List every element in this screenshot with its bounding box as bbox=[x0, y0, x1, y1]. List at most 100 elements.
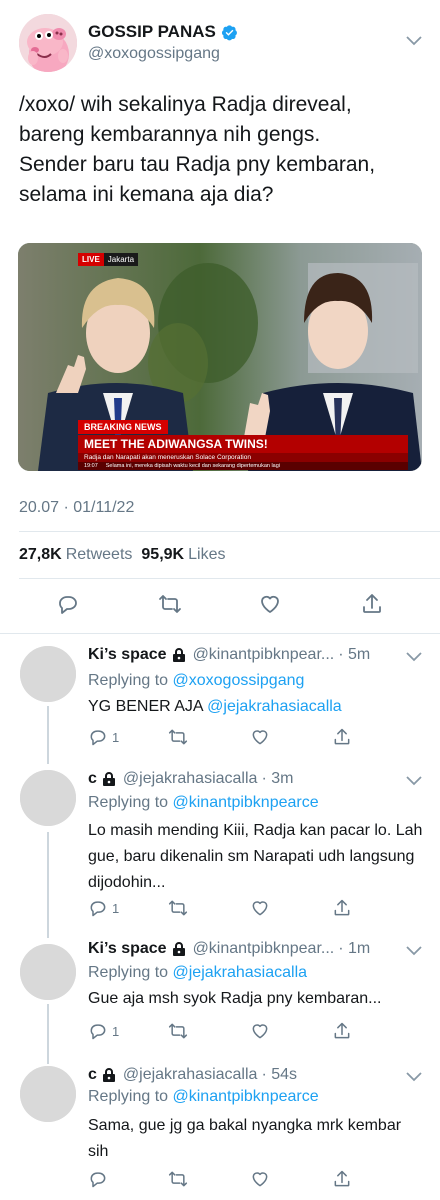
reply-author-name[interactable]: Ki’s space bbox=[88, 646, 167, 664]
retweet-icon bbox=[168, 1171, 188, 1187]
reply-time: · 1m bbox=[338, 940, 371, 957]
share-icon bbox=[334, 1022, 350, 1039]
author-avatar[interactable] bbox=[19, 14, 77, 72]
reply-author-handle[interactable]: @kinantpibknpear... bbox=[193, 940, 335, 958]
reply-text: Lo masih mending Kiii, Radja kan pacar l… bbox=[88, 822, 423, 891]
replying-to-handle[interactable]: @jejakrahasiacalla bbox=[173, 964, 308, 981]
like-button[interactable] bbox=[250, 1020, 270, 1042]
reply-actions bbox=[88, 1168, 358, 1190]
lock-icon bbox=[102, 1068, 115, 1082]
tweet-timestamp[interactable]: 20.07 · 01/11/22 bbox=[19, 499, 134, 517]
retweet-button[interactable] bbox=[168, 897, 188, 919]
like-button[interactable] bbox=[250, 726, 270, 748]
reply-actions: 1 bbox=[88, 897, 358, 919]
retweets-stat[interactable]: 27,8K Retweets bbox=[19, 546, 132, 564]
share-icon bbox=[334, 1170, 350, 1187]
default-avatar-icon bbox=[20, 770, 76, 826]
share-button[interactable] bbox=[332, 726, 352, 748]
share-icon[interactable] bbox=[360, 592, 384, 616]
reply-actions: 1 bbox=[88, 1020, 358, 1042]
replying-prefix: Replying to bbox=[88, 1088, 169, 1105]
lock-icon bbox=[172, 942, 185, 956]
reply-count: 1 bbox=[112, 1023, 120, 1039]
news-ticker: 19:07 Selama ini, mereka dipisah waktu k… bbox=[78, 462, 408, 470]
author-name: GOSSIP PANAS bbox=[88, 22, 216, 41]
heart-icon bbox=[252, 1024, 268, 1039]
chevron-down-icon[interactable] bbox=[406, 36, 422, 46]
heart-icon bbox=[252, 730, 268, 745]
default-avatar-icon bbox=[20, 646, 76, 702]
reply-text: YG BENER AJA bbox=[88, 698, 203, 715]
chevron-down-icon[interactable] bbox=[406, 946, 422, 956]
like-button[interactable] bbox=[250, 1168, 270, 1190]
ticker-text: Selama ini, mereka dipisah waktu kecil d… bbox=[105, 463, 281, 469]
avatar[interactable] bbox=[20, 1066, 76, 1122]
reply-button[interactable]: 1 bbox=[88, 726, 119, 748]
reply-author-name[interactable]: c bbox=[88, 1066, 97, 1084]
reply-time: · 5m bbox=[338, 646, 371, 663]
default-avatar-icon bbox=[20, 944, 76, 1000]
author-info[interactable]: GOSSIP PANAS @xoxogossipgang bbox=[88, 22, 238, 63]
heart-icon bbox=[252, 1172, 268, 1187]
chevron-down-icon[interactable] bbox=[406, 1072, 422, 1082]
reply-tweet[interactable]: c @jejakrahasiacalla · 3m Replying to @k… bbox=[0, 756, 440, 938]
reply-author-name[interactable]: c bbox=[88, 770, 97, 788]
likes-stat[interactable]: 95,9K Likes bbox=[141, 546, 225, 564]
reply-tweet[interactable]: Ki’s space @kinantpibknpear... · 5m Repl… bbox=[0, 634, 440, 764]
reply-icon[interactable] bbox=[56, 592, 80, 616]
reply-count: 1 bbox=[112, 729, 120, 745]
retweet-icon bbox=[168, 1023, 188, 1039]
tweet-actions bbox=[0, 592, 440, 620]
replying-to-handle[interactable]: @xoxogossipgang bbox=[173, 672, 305, 689]
share-button[interactable] bbox=[332, 897, 352, 919]
main-tweet: GOSSIP PANAS @xoxogossipgang /xoxo/ wih … bbox=[0, 0, 440, 634]
avatar[interactable] bbox=[20, 646, 76, 702]
reply-author-handle[interactable]: @kinantpibknpear... bbox=[193, 646, 335, 664]
avatar[interactable] bbox=[20, 770, 76, 826]
reply-actions: 1 bbox=[88, 726, 358, 748]
retweet-button[interactable] bbox=[168, 1020, 188, 1042]
share-button[interactable] bbox=[332, 1020, 352, 1042]
chevron-down-icon[interactable] bbox=[406, 776, 422, 786]
heart-icon[interactable] bbox=[258, 592, 282, 616]
reply-icon bbox=[90, 901, 106, 917]
reply-button[interactable]: 1 bbox=[88, 1020, 119, 1042]
reply-author-handle[interactable]: @jejakrahasiacalla bbox=[123, 770, 258, 788]
reply-header: c @jejakrahasiacalla · 54s bbox=[88, 1066, 297, 1084]
live-location: Jakarta bbox=[103, 253, 139, 266]
replying-to-handle[interactable]: @kinantpibknpearce bbox=[173, 1088, 319, 1105]
replying-prefix: Replying to bbox=[88, 964, 169, 981]
retweet-icon bbox=[168, 900, 188, 916]
live-label: LIVE bbox=[78, 253, 104, 266]
reply-text: Sama, gue jg ga bakal nyangka mrk kembar… bbox=[88, 1117, 402, 1160]
retweet-button[interactable] bbox=[168, 1168, 188, 1190]
retweet-icon bbox=[168, 729, 188, 745]
reply-button[interactable] bbox=[88, 1168, 112, 1190]
chevron-down-icon[interactable] bbox=[406, 652, 422, 662]
tweet-text: /xoxo/ wih sekalinya Radja direveal, bar… bbox=[19, 93, 376, 206]
reply-author-handle[interactable]: @jejakrahasiacalla bbox=[123, 1066, 258, 1084]
tweet-media-image[interactable]: LIVE Jakarta BREAKING NEWS MEET THE ADIW… bbox=[18, 243, 422, 471]
share-button[interactable] bbox=[332, 1168, 352, 1190]
avatar[interactable] bbox=[20, 944, 76, 1000]
reply-button[interactable]: 1 bbox=[88, 897, 119, 919]
like-button[interactable] bbox=[250, 897, 270, 919]
verified-badge-icon bbox=[221, 24, 237, 40]
share-icon bbox=[334, 728, 350, 745]
reply-tweet[interactable]: c @jejakrahasiacalla · 54s Replying to @… bbox=[0, 1056, 440, 1200]
divider bbox=[19, 578, 440, 579]
news-lower-third: BREAKING NEWS MEET THE ADIWANGSA TWINS! … bbox=[78, 417, 408, 470]
reply-text: Gue aja msh syok Radja pny kembaran... bbox=[88, 990, 382, 1007]
reply-mention[interactable]: @jejakrahasiacalla bbox=[207, 698, 342, 715]
lock-icon bbox=[102, 772, 115, 786]
replying-to-handle[interactable]: @kinantpibknpearce bbox=[173, 794, 319, 811]
default-avatar-icon bbox=[20, 1066, 76, 1122]
retweet-icon[interactable] bbox=[158, 592, 182, 616]
reply-author-name[interactable]: Ki’s space bbox=[88, 940, 167, 958]
reply-tweet[interactable]: Ki’s space @kinantpibknpear... · 1m Repl… bbox=[0, 932, 440, 1064]
reply-icon bbox=[90, 730, 106, 746]
ticker-time: 19:07 bbox=[84, 463, 98, 469]
retweet-button[interactable] bbox=[168, 726, 188, 748]
replying-to: Replying to @xoxogossipgang bbox=[88, 672, 304, 690]
tweet-stats: 27,8K Retweets 95,9K Likes bbox=[19, 546, 225, 564]
